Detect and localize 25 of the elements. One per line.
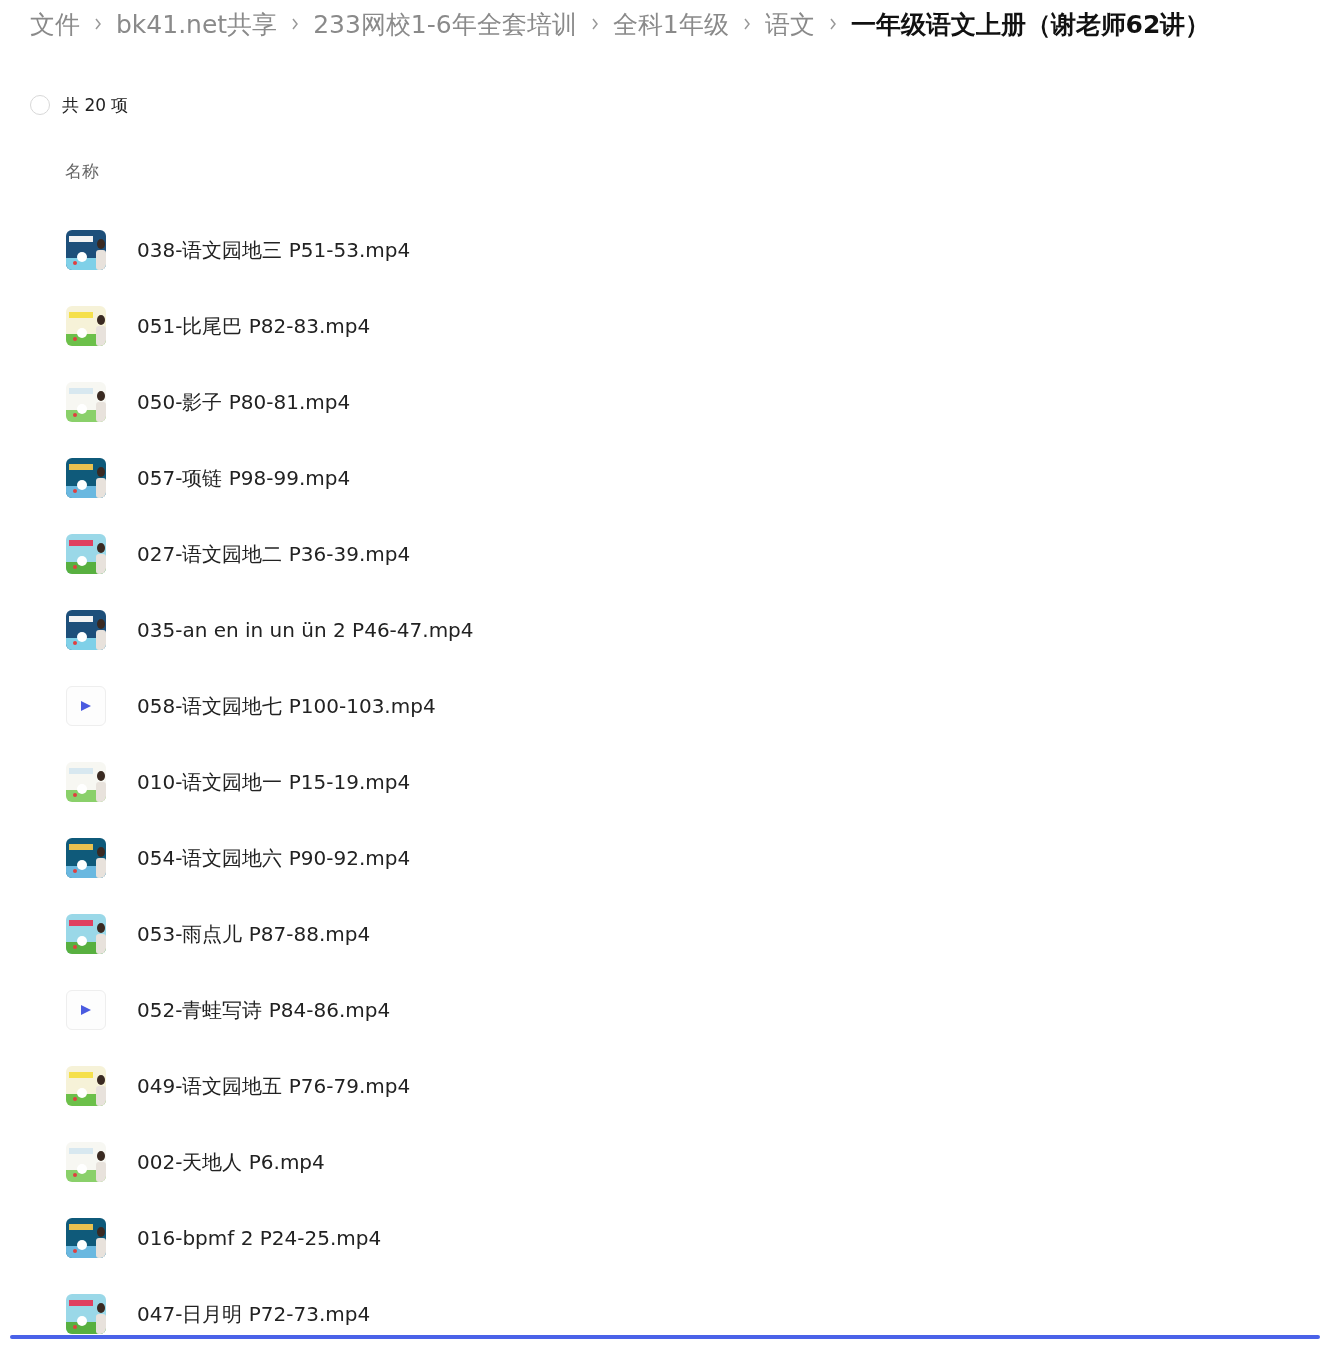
file-name[interactable]: 047-日月明 P72-73.mp4 xyxy=(137,1300,371,1328)
play-icon xyxy=(80,1004,92,1016)
file-name[interactable]: 057-项链 P98-99.mp4 xyxy=(137,464,351,492)
file-name[interactable]: 054-语文园地六 P90-92.mp4 xyxy=(137,844,411,872)
file-name[interactable]: 051-比尾巴 P82-83.mp4 xyxy=(137,312,371,340)
file-name[interactable]: 049-语文园地五 P76-79.mp4 xyxy=(137,1072,411,1100)
chevron-icon xyxy=(590,18,599,30)
chevron-icon xyxy=(291,18,300,30)
file-name[interactable]: 053-雨点儿 P87-88.mp4 xyxy=(137,920,371,948)
chevron-icon xyxy=(742,18,751,30)
current-folder: 一年级语文上册（谢老师62讲） xyxy=(850,8,1211,41)
file-name[interactable]: 035-an en in un ün 2 P46-47.mp4 xyxy=(137,618,474,642)
item-count: 共 20 项 xyxy=(62,93,129,117)
file-name[interactable]: 027-语文园地二 P36-39.mp4 xyxy=(137,540,411,568)
file-name[interactable]: 050-影子 P80-81.mp4 xyxy=(137,388,351,416)
file-name[interactable]: 058-语文园地七 P100-103.mp4 xyxy=(137,692,436,720)
file-name[interactable]: 016-bpmf 2 P24-25.mp4 xyxy=(137,1226,382,1250)
chevron-icon xyxy=(828,18,837,30)
play-icon xyxy=(80,700,92,712)
file-name[interactable]: 002-天地人 P6.mp4 xyxy=(137,1148,325,1176)
column-header[interactable]: 名称 xyxy=(65,161,99,181)
file-name[interactable]: 038-语文园地三 P51-53.mp4 xyxy=(137,236,411,264)
file-name[interactable]: 010-语文园地一 P15-19.mp4 xyxy=(137,768,411,796)
chevron-icon xyxy=(94,18,102,30)
file-name[interactable]: 052-青蛙写诗 P84-86.mp4 xyxy=(137,996,391,1024)
